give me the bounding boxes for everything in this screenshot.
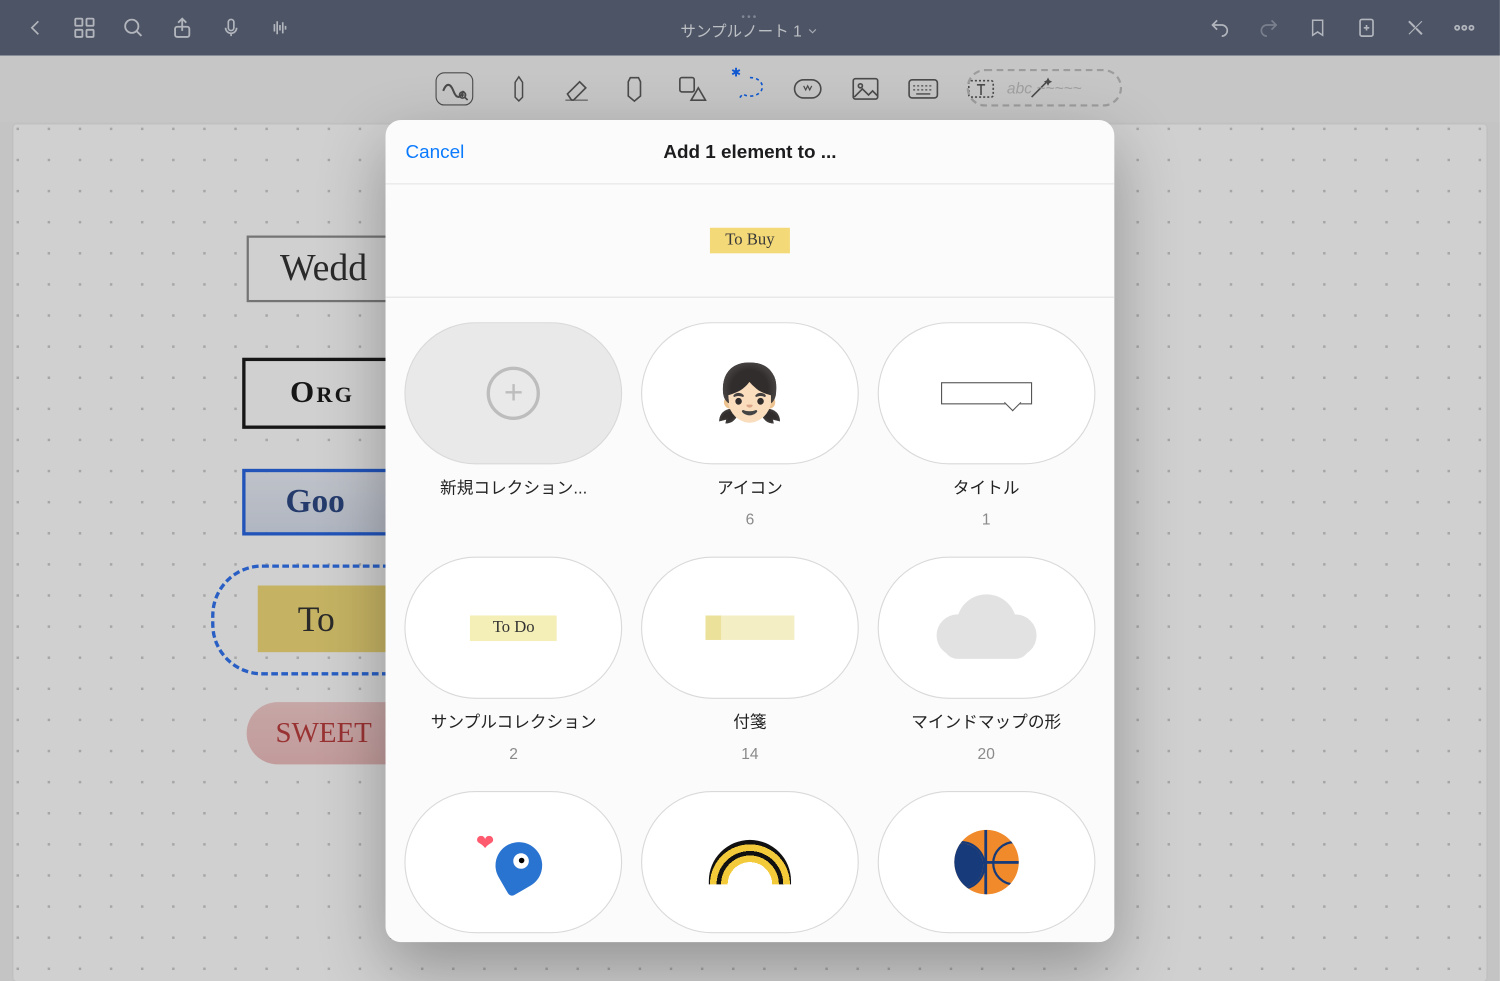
title-callout-icon [941, 382, 1032, 404]
girl-emoji-icon: 👧🏻 [715, 361, 784, 427]
collection-stickers-3[interactable] [876, 791, 1097, 933]
modal-header: Cancel Add 1 element to ... [386, 120, 1115, 184]
modal-preview: To Buy [386, 184, 1115, 297]
collection-stickers-2[interactable] [640, 791, 861, 933]
collection-mindmap[interactable]: マインドマップの形 20 [876, 557, 1097, 763]
cloud-shape-icon [936, 594, 1036, 661]
collection-new[interactable]: + 新規コレクション... [403, 322, 624, 528]
collection-icons[interactable]: 👧🏻 アイコン 6 [640, 322, 861, 528]
cancel-button[interactable]: Cancel [406, 141, 465, 163]
preview-element: To Buy [710, 228, 790, 254]
modal-title: Add 1 element to ... [663, 141, 836, 163]
todo-chip-icon: To Do [470, 615, 556, 641]
rocket-sticker-icon: ❤ [469, 829, 558, 896]
collection-titles[interactable]: タイトル 1 [876, 322, 1097, 528]
rainbow-sticker-icon [709, 840, 791, 884]
collection-stickers-1[interactable]: ❤ [403, 791, 624, 933]
collection-sample[interactable]: To Do サンプルコレクション 2 [403, 557, 624, 763]
plus-icon: + [487, 367, 540, 420]
collections-grid[interactable]: + 新規コレクション... 👧🏻 アイコン 6 タイトル 1 To Do サンプ… [386, 298, 1115, 942]
sticky-note-icon [705, 615, 794, 639]
add-element-modal: Cancel Add 1 element to ... To Buy + 新規コ… [386, 120, 1115, 942]
basketball-sticker-icon [954, 830, 1018, 894]
collection-sticky[interactable]: 付箋 14 [640, 557, 861, 763]
